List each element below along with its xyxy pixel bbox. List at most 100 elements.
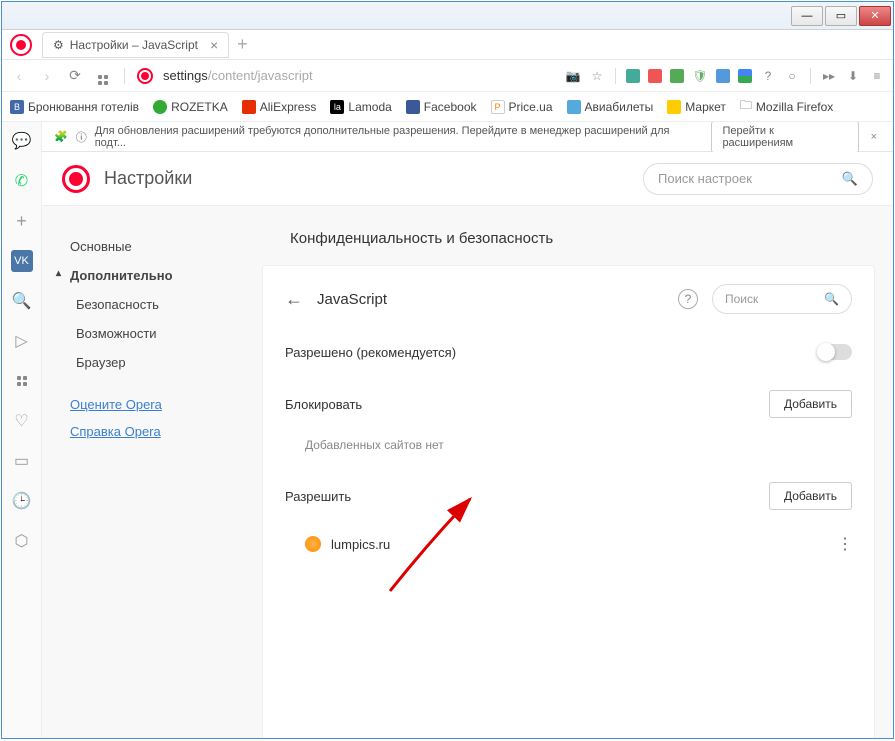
bookmark-item[interactable]: Facebook bbox=[406, 100, 477, 114]
opera-logo-icon bbox=[62, 165, 90, 193]
bookmark-item[interactable]: ROZETKA bbox=[153, 100, 228, 114]
caret-up-icon: ▴ bbox=[56, 268, 61, 279]
tab-strip: ⚙ Настройки – JavaScript × + bbox=[2, 30, 893, 60]
site-more-icon[interactable]: ⋮ bbox=[837, 534, 852, 554]
allow-add-button[interactable]: Добавить bbox=[769, 482, 852, 510]
block-empty-text: Добавленных сайтов нет bbox=[263, 432, 874, 468]
camera-icon[interactable]: 📷 bbox=[565, 68, 581, 84]
send-icon[interactable]: ▷ bbox=[11, 330, 33, 352]
nav-advanced[interactable]: ▴Дополнительно bbox=[60, 261, 262, 290]
help-circle-icon[interactable]: ? bbox=[678, 289, 698, 309]
speed-dial-sidebar-icon[interactable] bbox=[11, 370, 33, 392]
opera-menu-button[interactable] bbox=[10, 34, 32, 56]
section-title: Конфиденциальность и безопасность bbox=[262, 230, 893, 265]
allowed-label: Разрешено (рекомендуется) bbox=[285, 345, 456, 360]
tab-close-icon[interactable]: × bbox=[210, 37, 218, 53]
history-icon[interactable]: 🕒 bbox=[11, 490, 33, 512]
notification-text: Для обновления расширений требуются допо… bbox=[95, 125, 704, 149]
separator bbox=[615, 68, 616, 84]
ext-icon-2[interactable] bbox=[648, 69, 662, 83]
search-sidebar-icon[interactable]: 🔍 bbox=[11, 290, 33, 312]
bookmark-icon[interactable]: ☆ bbox=[589, 68, 605, 84]
notification-close-icon[interactable]: × bbox=[867, 131, 881, 143]
help-icon[interactable]: ? bbox=[760, 68, 776, 84]
ext-icon-3[interactable] bbox=[670, 69, 684, 83]
settings-content: Конфиденциальность и безопасность ← Java… bbox=[262, 206, 893, 738]
circle-icon[interactable]: ○ bbox=[784, 68, 800, 84]
nav-basic[interactable]: Основные bbox=[60, 232, 262, 261]
close-button[interactable]: ✕ bbox=[859, 6, 891, 26]
bookmarks-bar: BБронювання готелів ROZETKA AliExpress l… bbox=[2, 92, 893, 122]
reload-icon[interactable]: ⟳ bbox=[66, 67, 84, 84]
block-label: Блокировать bbox=[285, 397, 362, 412]
panel-search-input[interactable]: Поиск 🔍 bbox=[712, 284, 852, 314]
allow-label: Разрешить bbox=[285, 489, 351, 504]
nav-security[interactable]: Безопасность bbox=[60, 290, 262, 319]
allowed-toggle[interactable] bbox=[818, 344, 852, 360]
tab-settings[interactable]: ⚙ Настройки – JavaScript × bbox=[42, 32, 229, 58]
rate-opera-link[interactable]: Оцените Opera bbox=[60, 391, 262, 418]
vk-icon[interactable]: VK bbox=[11, 250, 33, 272]
search-icon: 🔍 bbox=[824, 292, 839, 306]
separator bbox=[124, 68, 125, 84]
bookmark-item[interactable]: PPrice.ua bbox=[491, 100, 553, 114]
site-favicon bbox=[305, 536, 321, 552]
javascript-panel: ← JavaScript ? Поиск 🔍 Разрешено (рекоме… bbox=[262, 265, 875, 738]
bookmark-item[interactable]: Маркет bbox=[667, 100, 726, 114]
gear-icon: ⚙ bbox=[53, 38, 64, 52]
bookmark-item[interactable]: laLamoda bbox=[330, 100, 391, 114]
whatsapp-icon[interactable]: ✆ bbox=[11, 170, 33, 192]
sidebar-toggle-icon[interactable]: ▸▸ bbox=[821, 68, 837, 84]
allowed-site-row[interactable]: lumpics.ru ⋮ bbox=[263, 524, 874, 564]
speed-dial-icon[interactable] bbox=[94, 66, 112, 85]
site-domain: lumpics.ru bbox=[331, 537, 390, 552]
info-icon: ⓘ bbox=[76, 129, 87, 145]
add-messenger-button[interactable]: + bbox=[11, 210, 33, 232]
new-tab-button[interactable]: + bbox=[237, 34, 248, 55]
notification-bar: 🧩 ⓘ Для обновления расширений требуются … bbox=[42, 122, 893, 152]
nav-browser[interactable]: Браузер bbox=[60, 348, 262, 377]
url-text[interactable]: settings/content/javascript bbox=[163, 68, 313, 83]
extensions-icon[interactable]: ⬡ bbox=[11, 530, 33, 552]
panel-title: JavaScript bbox=[317, 291, 387, 308]
search-icon: 🔍 bbox=[842, 171, 858, 187]
nav-features[interactable]: Возможности bbox=[60, 319, 262, 348]
bookmark-folder[interactable]: 🗀Mozilla Firefox bbox=[740, 96, 833, 117]
download-icon[interactable]: ⬇ bbox=[845, 68, 861, 84]
back-icon[interactable]: ‹ bbox=[10, 68, 28, 84]
separator bbox=[810, 68, 811, 84]
news-icon[interactable]: ▭ bbox=[11, 450, 33, 472]
ext-icon-1[interactable] bbox=[626, 69, 640, 83]
forward-icon[interactable]: › bbox=[38, 68, 56, 84]
goto-extensions-button[interactable]: Перейти к расширениям bbox=[711, 122, 858, 153]
back-arrow-icon[interactable]: ← bbox=[285, 289, 303, 310]
easy-setup-icon[interactable]: ≡ bbox=[869, 68, 885, 84]
left-sidebar: 💬 ✆ + VK 🔍 ▷ ♡ ▭ 🕒 ⬡ bbox=[2, 122, 42, 738]
bookmark-item[interactable]: AliExpress bbox=[242, 100, 317, 114]
bookmark-item[interactable]: Авиабилеты bbox=[567, 100, 654, 114]
allowed-toggle-row: Разрешено (рекомендуется) bbox=[263, 328, 874, 376]
settings-nav: Основные ▴Дополнительно Безопасность Воз… bbox=[42, 206, 262, 738]
allow-section-header: Разрешить Добавить bbox=[263, 468, 874, 524]
window-titlebar: — ▭ ✕ bbox=[2, 2, 893, 30]
shield-icon[interactable]: 🛡 bbox=[692, 68, 708, 84]
bookmark-item[interactable]: BБронювання готелів bbox=[10, 100, 139, 114]
maximize-button[interactable]: ▭ bbox=[825, 6, 857, 26]
ext-icon-5[interactable] bbox=[738, 69, 752, 83]
settings-search-input[interactable]: Поиск настроек 🔍 bbox=[643, 163, 873, 195]
panel-search-placeholder: Поиск bbox=[725, 292, 758, 306]
address-bar: ‹ › ⟳ settings/content/javascript 📷 ☆ 🛡 … bbox=[2, 60, 893, 92]
folder-icon: 🗀 bbox=[740, 96, 752, 117]
page-title: Настройки bbox=[104, 168, 192, 189]
messenger-icon[interactable]: 💬 bbox=[11, 130, 33, 152]
block-add-button[interactable]: Добавить bbox=[769, 390, 852, 418]
minimize-button[interactable]: — bbox=[791, 6, 823, 26]
help-opera-link[interactable]: Справка Opera bbox=[60, 418, 262, 445]
search-placeholder: Поиск настроек bbox=[658, 171, 752, 186]
ext-icon-4[interactable] bbox=[716, 69, 730, 83]
opera-icon bbox=[137, 68, 153, 84]
puzzle-icon: 🧩 bbox=[54, 130, 68, 143]
tab-title: Настройки – JavaScript bbox=[70, 38, 198, 52]
heart-icon[interactable]: ♡ bbox=[11, 410, 33, 432]
settings-header: Настройки Поиск настроек 🔍 bbox=[42, 152, 893, 206]
